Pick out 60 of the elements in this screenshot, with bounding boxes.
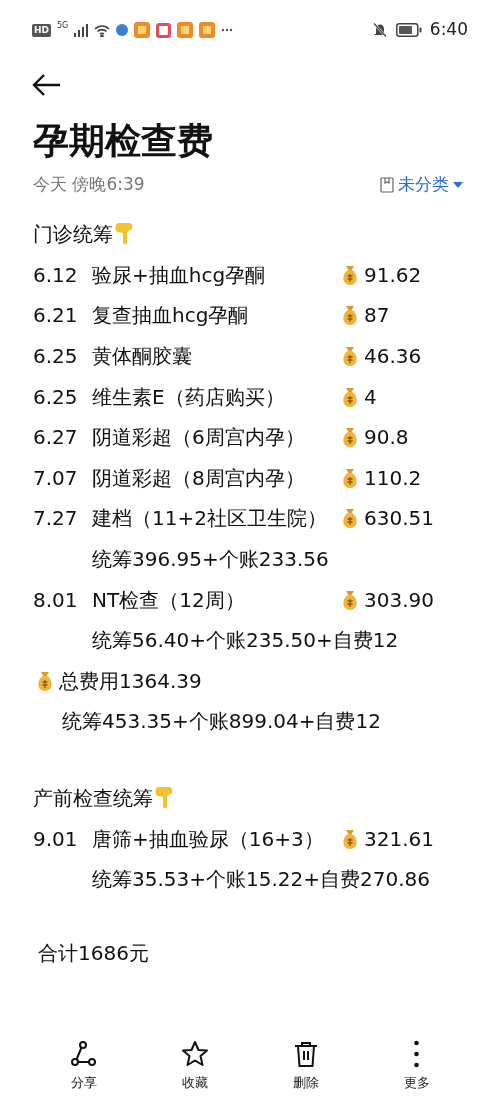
expense-breakdown: 统筹35.53+个账15.22+自费270.86 <box>92 866 430 894</box>
expense-item: 验尿+抽血hcg孕酮 <box>92 261 267 289</box>
more-icon <box>414 1038 419 1069</box>
total-cost: 总费用1364.39 <box>59 667 202 695</box>
expense-amount: 87 <box>364 302 390 330</box>
expense-amount: 4 <box>364 383 377 411</box>
expense-item: 阴道彩超（8周宫内孕） <box>92 464 306 492</box>
toolbar-button[interactable]: 更多 <box>376 1038 457 1092</box>
expense-amount: 46.36 <box>364 343 422 371</box>
expense-amount: 91.62 <box>364 261 422 289</box>
expense-amount: 303.90 <box>364 586 434 614</box>
expense-breakdown: 统筹396.95+个账233.56 <box>92 546 329 574</box>
battery-icon <box>395 23 422 37</box>
folder-selector[interactable]: 未分类 <box>380 172 463 198</box>
hd-badge: HD <box>32 23 51 37</box>
app-icon <box>134 22 151 38</box>
expense-date: 7.27 <box>33 505 79 533</box>
expense-date: 8.01 <box>33 586 79 614</box>
clock-time: 6:40 <box>429 18 468 42</box>
app-icon <box>156 22 172 38</box>
app-icon <box>199 22 216 38</box>
expense-date: 6.25 <box>33 343 79 371</box>
app-icon <box>116 24 129 36</box>
expense-item: 维生素E（药店购买） <box>92 383 286 411</box>
expense-amount: 630.51 <box>364 505 434 533</box>
note-title: 孕期检查费 <box>33 119 214 163</box>
toolbar-button[interactable]: 收藏 <box>154 1038 235 1092</box>
muted-bell-icon <box>371 22 388 38</box>
section-heading: 产前检查统筹 <box>33 785 153 812</box>
toolbar-button[interactable]: 删除 <box>265 1038 346 1092</box>
expense-date: 6.12 <box>33 261 79 289</box>
expense-amount: 321.61 <box>364 825 434 853</box>
signal-icon <box>74 23 89 37</box>
expense-date: 9.01 <box>33 825 79 853</box>
notebook-icon <box>380 177 394 193</box>
expense-date: 7.07 <box>33 464 79 492</box>
expense-date: 6.21 <box>33 302 79 330</box>
expense-item: 阴道彩超（6周宫内孕） <box>92 424 306 452</box>
grand-total: 合计1686元 <box>38 939 150 967</box>
toolbar-button[interactable]: 分享 <box>43 1038 124 1092</box>
share-icon <box>68 1038 99 1069</box>
expense-amount: 90.8 <box>364 424 409 452</box>
total-breakdown: 统筹453.35+个账899.04+自费12 <box>62 708 381 736</box>
expense-date: 6.25 <box>33 383 79 411</box>
network-type: 5G <box>57 22 69 30</box>
expense-item: 建档（11+2社区卫生院） <box>92 505 328 533</box>
app-icon <box>177 22 194 38</box>
expense-item: 黄体酮胶囊 <box>92 343 193 371</box>
note-timestamp: 今天 傍晚6:39 <box>33 173 145 197</box>
expense-date: 6.27 <box>33 424 79 452</box>
dropdown-caret-icon <box>453 181 463 189</box>
star-icon <box>179 1038 210 1069</box>
expense-item: NT检查（12周） <box>92 586 246 614</box>
section-heading: 门诊统筹 <box>33 221 113 249</box>
expense-item: 唐筛+抽血验尿（16+3） <box>92 825 325 853</box>
wifi-icon <box>94 23 111 37</box>
expense-item: 复查抽血hcg孕酮 <box>92 302 250 330</box>
expense-breakdown: 统筹56.40+个账235.50+自费12 <box>92 627 399 655</box>
expense-amount: 110.2 <box>364 464 422 492</box>
more-notifications-icon <box>221 28 234 32</box>
